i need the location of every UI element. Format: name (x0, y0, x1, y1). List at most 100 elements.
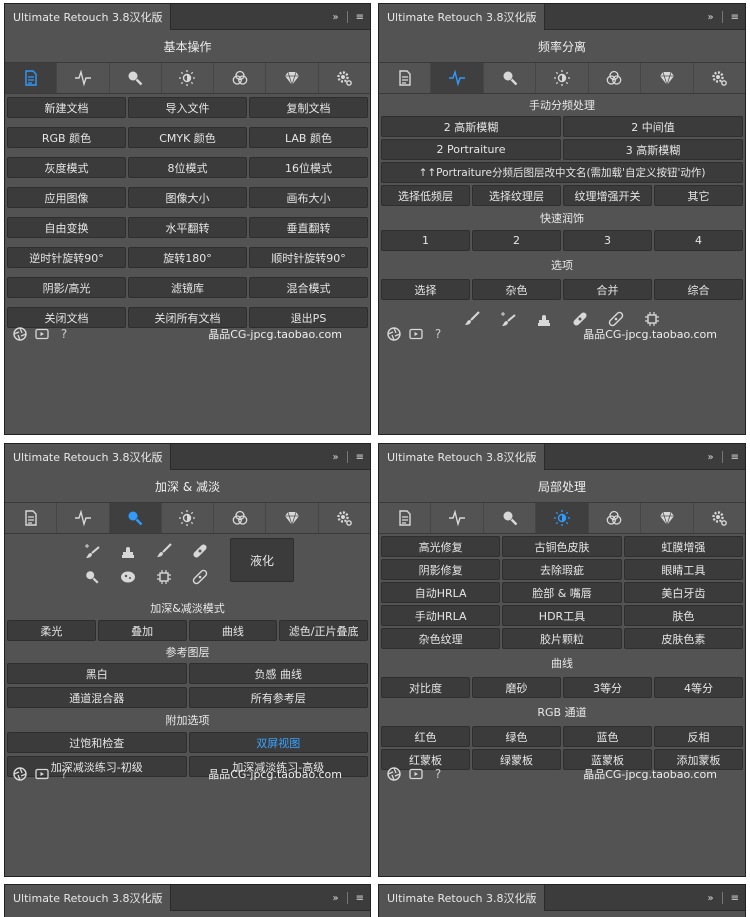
menu-icon[interactable]: ≡ (731, 452, 739, 463)
action-button[interactable]: 美白牙齿 (623, 582, 743, 603)
rename-layers-button[interactable]: ↑↑Portraiture分频后图层改中文名(需加载'自定义按钮'动作) (381, 162, 743, 183)
curve-button[interactable]: 磨砂 (472, 677, 561, 698)
stamp-icon[interactable] (119, 542, 137, 560)
tab-diamond-icon[interactable] (641, 63, 694, 93)
action-button[interactable]: 2 高斯模糊 (381, 116, 561, 137)
action-button[interactable]: 肤色 (623, 605, 743, 626)
action-button[interactable]: 虹膜增强 (623, 536, 743, 557)
tab-diamond-icon[interactable] (266, 63, 319, 93)
reference-layer-button[interactable]: 黑白 (7, 663, 187, 684)
action-button[interactable]: 皮肤色素 (623, 628, 743, 649)
brush-icon[interactable] (155, 542, 173, 560)
action-button[interactable]: 阴影/高光 (7, 277, 126, 298)
tab-frequency-icon[interactable] (57, 503, 110, 533)
action-button[interactable]: 导入文件 (128, 97, 247, 118)
reference-layer-button[interactable]: 所有参考层 (188, 687, 368, 708)
tab-gear-icon[interactable] (694, 63, 745, 93)
action-button[interactable]: LAB 颜色 (249, 127, 368, 148)
action-button[interactable]: CMYK 颜色 (128, 127, 247, 148)
action-button[interactable]: 画布大小 (249, 187, 368, 208)
mode-button[interactable]: 滤色/正片叠底 (279, 620, 368, 641)
action-button[interactable]: 胶片颗粒 (502, 628, 622, 649)
footer-url[interactable]: 晶品CG-jpcg.taobao.com (208, 766, 342, 782)
extra-option-button[interactable]: 双屏视图 (188, 732, 368, 753)
panel-tab[interactable]: Ultimate Retouch 3.8汉化版 (5, 444, 172, 470)
tab-brightness-icon[interactable] (536, 63, 589, 93)
action-button[interactable]: HDR工具 (502, 605, 622, 626)
tab-diamond-icon[interactable] (266, 503, 319, 533)
mode-button[interactable]: 叠加 (97, 620, 187, 641)
action-button[interactable]: 自动HRLA (381, 582, 501, 603)
help-icon[interactable]: ? (57, 767, 71, 781)
action-button[interactable]: 垂直翻转 (249, 217, 368, 238)
action-button[interactable]: 灰度模式 (7, 157, 126, 178)
tab-color-circles-icon[interactable] (589, 63, 642, 93)
panel-tab[interactable]: Ultimate Retouch 3.8汉化版 (5, 4, 172, 30)
expand-icon[interactable]: » (332, 893, 338, 904)
tab-gear-icon[interactable] (694, 503, 745, 533)
option-button[interactable]: 综合 (654, 279, 743, 300)
tab-document-icon[interactable] (5, 63, 58, 93)
bandage2-icon[interactable] (191, 568, 209, 586)
action-button[interactable]: 脸部 & 嘴唇 (502, 582, 622, 603)
aperture-icon[interactable] (13, 767, 27, 781)
action-button[interactable]: 16位模式 (249, 157, 368, 178)
tab-color-circles-icon[interactable] (214, 503, 267, 533)
curve-button[interactable]: 3等分 (563, 677, 652, 698)
action-button[interactable]: 眼睛工具 (623, 559, 743, 580)
tab-brightness-icon[interactable] (162, 63, 215, 93)
tab-diamond-icon[interactable] (641, 503, 694, 533)
panel-tab[interactable]: Ultimate Retouch 3.8汉化版 (379, 444, 546, 470)
action-button[interactable]: 2 Portraiture (381, 139, 561, 160)
panel-tab[interactable]: Ultimate Retouch 3.8汉化版 (379, 4, 546, 30)
video-icon[interactable] (35, 767, 49, 781)
video-icon[interactable] (409, 767, 423, 781)
expand-icon[interactable]: » (707, 452, 713, 463)
option-button[interactable]: 杂色 (472, 279, 561, 300)
action-button[interactable]: 高光修复 (381, 536, 501, 557)
help-icon[interactable]: ? (431, 767, 445, 781)
action-button[interactable]: 新建文档 (7, 97, 126, 118)
action-button[interactable]: 阴影修复 (381, 559, 501, 580)
aperture-icon[interactable] (387, 327, 401, 341)
action-button[interactable]: 自由变换 (7, 217, 126, 238)
magnifier-icon[interactable] (83, 568, 101, 586)
extra-option-button[interactable]: 过饱和检查 (7, 732, 187, 753)
tab-gear-icon[interactable] (319, 503, 370, 533)
panel-tab[interactable]: Ultimate Retouch 3.8汉化版 (5, 885, 172, 911)
tab-color-circles-icon[interactable] (214, 63, 267, 93)
menu-icon[interactable]: ≡ (356, 893, 364, 904)
mode-button[interactable]: 柔光 (7, 620, 96, 641)
expand-icon[interactable]: » (707, 893, 713, 904)
quick-retouch-button[interactable]: 4 (654, 230, 743, 251)
action-button[interactable]: 其它 (654, 185, 743, 206)
action-button[interactable]: 逆时针旋转90° (7, 247, 126, 268)
action-button[interactable]: 纹理增强开关 (563, 185, 652, 206)
tab-brightness-icon[interactable] (536, 503, 589, 533)
action-button[interactable]: RGB 颜色 (7, 127, 126, 148)
footer-url[interactable]: 晶品CG-jpcg.taobao.com (583, 326, 717, 342)
tab-magnifier-icon[interactable] (110, 63, 162, 93)
footer-url[interactable]: 晶品CG-jpcg.taobao.com (583, 766, 717, 782)
quick-retouch-button[interactable]: 3 (563, 230, 652, 251)
menu-icon[interactable]: ≡ (356, 452, 364, 463)
tab-magnifier-icon[interactable] (484, 503, 537, 533)
reference-layer-button[interactable]: 通道混合器 (7, 687, 187, 708)
tab-frequency-icon[interactable] (57, 63, 110, 93)
tab-gear-icon[interactable] (319, 63, 370, 93)
action-button[interactable]: 选择纹理层 (472, 185, 561, 206)
expand-icon[interactable]: » (332, 452, 338, 463)
expand-icon[interactable]: » (707, 12, 713, 23)
curve-button[interactable]: 4等分 (654, 677, 743, 698)
help-icon[interactable]: ? (57, 327, 71, 341)
action-button[interactable]: 水平翻转 (128, 217, 247, 238)
tab-document-icon[interactable] (379, 63, 432, 93)
rgb-channel-button[interactable]: 蓝色 (563, 726, 652, 747)
action-button[interactable]: 混合模式 (249, 277, 368, 298)
quick-retouch-button[interactable]: 2 (472, 230, 561, 251)
rgb-channel-button[interactable]: 红色 (381, 726, 470, 747)
tab-document-icon[interactable] (379, 503, 432, 533)
chip-icon[interactable] (155, 568, 173, 586)
bandage-icon[interactable] (191, 542, 209, 560)
action-button[interactable]: 旋转180° (128, 247, 247, 268)
